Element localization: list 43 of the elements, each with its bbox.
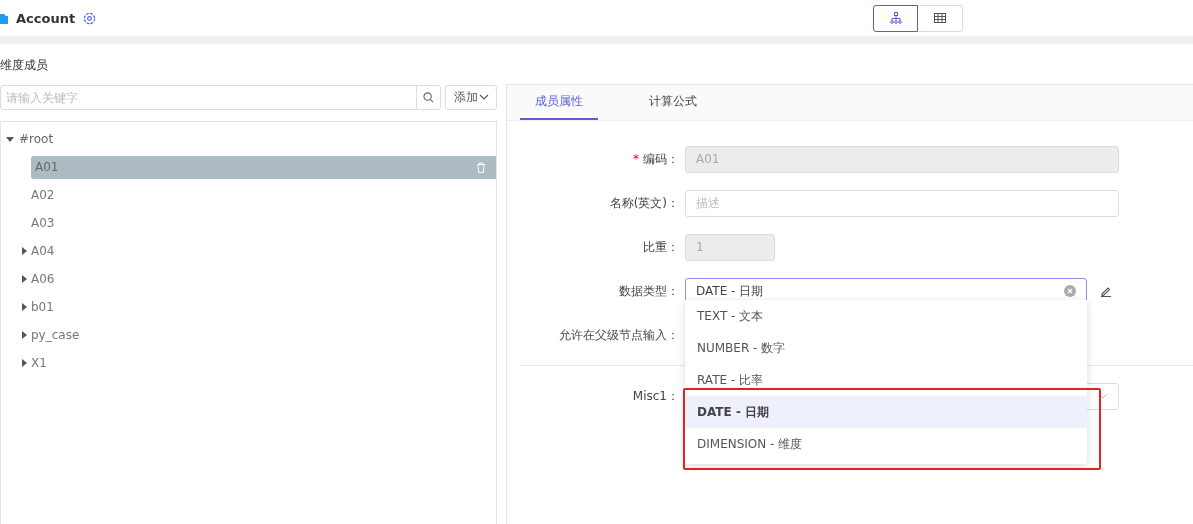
field-label: 数据类型： (619, 283, 679, 298)
caret-icon[interactable] (19, 275, 28, 283)
chevron-icon (478, 94, 489, 101)
tree-item[interactable]: A03 (31, 216, 55, 230)
selected-tree-item[interactable]: A01 (31, 155, 496, 179)
tree-view-button[interactable] (873, 4, 918, 32)
tree-item[interactable]: A06 (31, 272, 55, 286)
hierarchy-icon (889, 12, 902, 24)
required-mark: * (633, 151, 639, 166)
settings-icon[interactable] (83, 11, 97, 25)
field-label: Misc1： (632, 388, 679, 403)
table-view-button[interactable] (918, 4, 963, 32)
dropdown-option[interactable]: DIMENSION - 维度 (685, 428, 1087, 460)
field-label: 比重： (643, 239, 679, 254)
add-button[interactable]: 添加 (445, 85, 497, 110)
table-icon (934, 13, 946, 23)
folder-icon (0, 12, 8, 24)
tree-item[interactable]: #root (19, 132, 54, 146)
dropdown-option[interactable]: DATE - 日期 (685, 396, 1087, 428)
caret-icon[interactable] (6, 135, 14, 143)
search-field[interactable]: 请输入关键字 (0, 85, 417, 110)
caret-icon[interactable] (19, 331, 28, 339)
caret-icon[interactable] (19, 303, 28, 311)
caret-icon[interactable] (19, 359, 28, 367)
dropdown-option[interactable]: RATE - 比率 (685, 364, 1087, 396)
tree-item[interactable]: X1 (31, 356, 47, 370)
tree-item[interactable]: b01 (31, 300, 54, 314)
field-label: 允许在父级节点输入： (559, 327, 679, 342)
dropdown-option[interactable]: NUMBER - 数字 (685, 332, 1087, 364)
field-label: 编码： (643, 151, 679, 166)
edit-icon[interactable] (1100, 285, 1112, 297)
section-title: 维度成员 (0, 57, 49, 74)
tree-item[interactable]: A02 (31, 188, 55, 202)
search-icon (423, 92, 434, 103)
field-label: 名称(英文)： (609, 195, 679, 210)
search-button[interactable] (416, 85, 441, 110)
page-title: Account (16, 10, 76, 26)
chevron-icon (1098, 393, 1108, 399)
tree-item[interactable]: py_case (31, 328, 80, 342)
tree-item[interactable]: A04 (31, 244, 55, 258)
caret-icon[interactable] (19, 247, 28, 255)
tab[interactable]: 计算公式 (634, 85, 712, 120)
tab[interactable]: 成员属性 (520, 85, 598, 120)
